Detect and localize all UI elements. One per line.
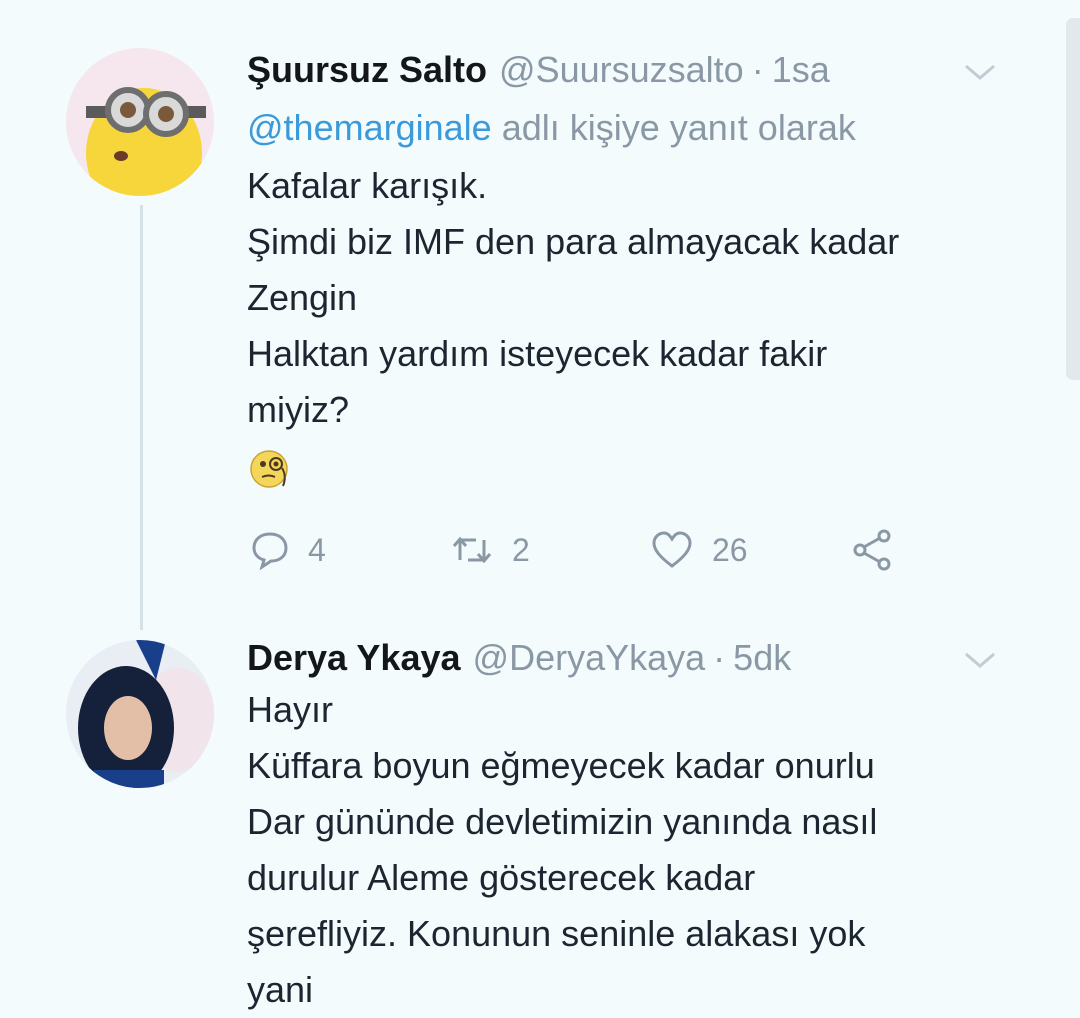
tweet-text-line: Kafalar karışık.	[247, 165, 488, 206]
tweet[interactable]: Şuursuz Salto @Suursuzsalto · 1sa @thema…	[247, 50, 1020, 497]
avatar[interactable]	[66, 48, 214, 196]
tweet-text-line: Dar gününde devletimizin yanında nasıl	[247, 801, 878, 842]
like-button[interactable]: 26	[650, 525, 748, 575]
separator-dot: ·	[713, 637, 726, 678]
reply-button[interactable]: 4	[250, 525, 326, 575]
chevron-down-icon[interactable]	[960, 58, 1000, 84]
share-button[interactable]	[850, 525, 894, 575]
scrollbar[interactable]	[1066, 18, 1080, 380]
chevron-down-icon[interactable]	[960, 646, 1000, 672]
author-name[interactable]: Şuursuz Salto	[247, 50, 487, 90]
tweet-text-line: miyiz?	[247, 389, 350, 430]
like-count: 26	[712, 531, 748, 568]
tweet-text: Hayır Küffara boyun eğmeyecek kadar onur…	[247, 682, 1020, 1018]
timestamp[interactable]: 5dk	[733, 638, 791, 678]
tweet[interactable]: Derya Ykaya @DeryaYkaya · 5dk Hayır Küff…	[247, 638, 1020, 1018]
author-handle[interactable]: @Suursuzsalto	[499, 50, 744, 90]
reply-icon	[252, 532, 288, 570]
share-icon	[853, 529, 891, 571]
tweet-text-line: şerefliyiz. Konunun seninle alakası yok	[247, 913, 866, 954]
heart-icon	[652, 531, 692, 568]
separator-dot: ·	[751, 49, 764, 90]
reply-context-label: adlı kişiye yanıt olarak	[501, 107, 856, 148]
tweet-text-line: Hayır	[247, 689, 334, 730]
retweet-count: 2	[512, 531, 530, 568]
tweet-text-line: Zengin	[247, 277, 358, 318]
author-handle[interactable]: @DeryaYkaya	[473, 638, 706, 678]
tweet-text: Kafalar karışık. Şimdi biz IMF den para …	[247, 158, 1020, 438]
tweet-header: Şuursuz Salto @Suursuzsalto · 1sa	[247, 50, 1020, 90]
tweet-thread: Şuursuz Salto @Suursuzsalto · 1sa @thema…	[0, 0, 1080, 1014]
timestamp[interactable]: 1sa	[772, 50, 830, 90]
retweet-button[interactable]: 2	[450, 525, 530, 575]
tweet-actions: 4 2 26	[250, 525, 950, 575]
tweet-text-line: Halktan yardım isteyecek kadar fakir	[247, 333, 828, 374]
thread-connector-line	[140, 205, 143, 630]
tweet-text-line: Küffara boyun eğmeyecek kadar onurlu	[247, 745, 875, 786]
reply-mention-link[interactable]: @themarginale	[247, 107, 492, 148]
avatar[interactable]	[66, 640, 214, 788]
face-with-monocle-icon	[250, 450, 288, 488]
tweet-text-line: Şimdi biz IMF den para almayacak kadar	[247, 221, 900, 262]
retweet-icon	[452, 536, 492, 564]
reply-context: @themarginale adlı kişiye yanıt olarak	[247, 108, 1020, 148]
tweet-header: Derya Ykaya @DeryaYkaya · 5dk	[247, 638, 1020, 678]
author-name[interactable]: Derya Ykaya	[247, 638, 461, 678]
tweet-text-line: yani	[247, 969, 314, 1010]
tweet-text-line: durulur Aleme gösterecek kadar	[247, 857, 756, 898]
reply-count: 4	[308, 531, 326, 568]
